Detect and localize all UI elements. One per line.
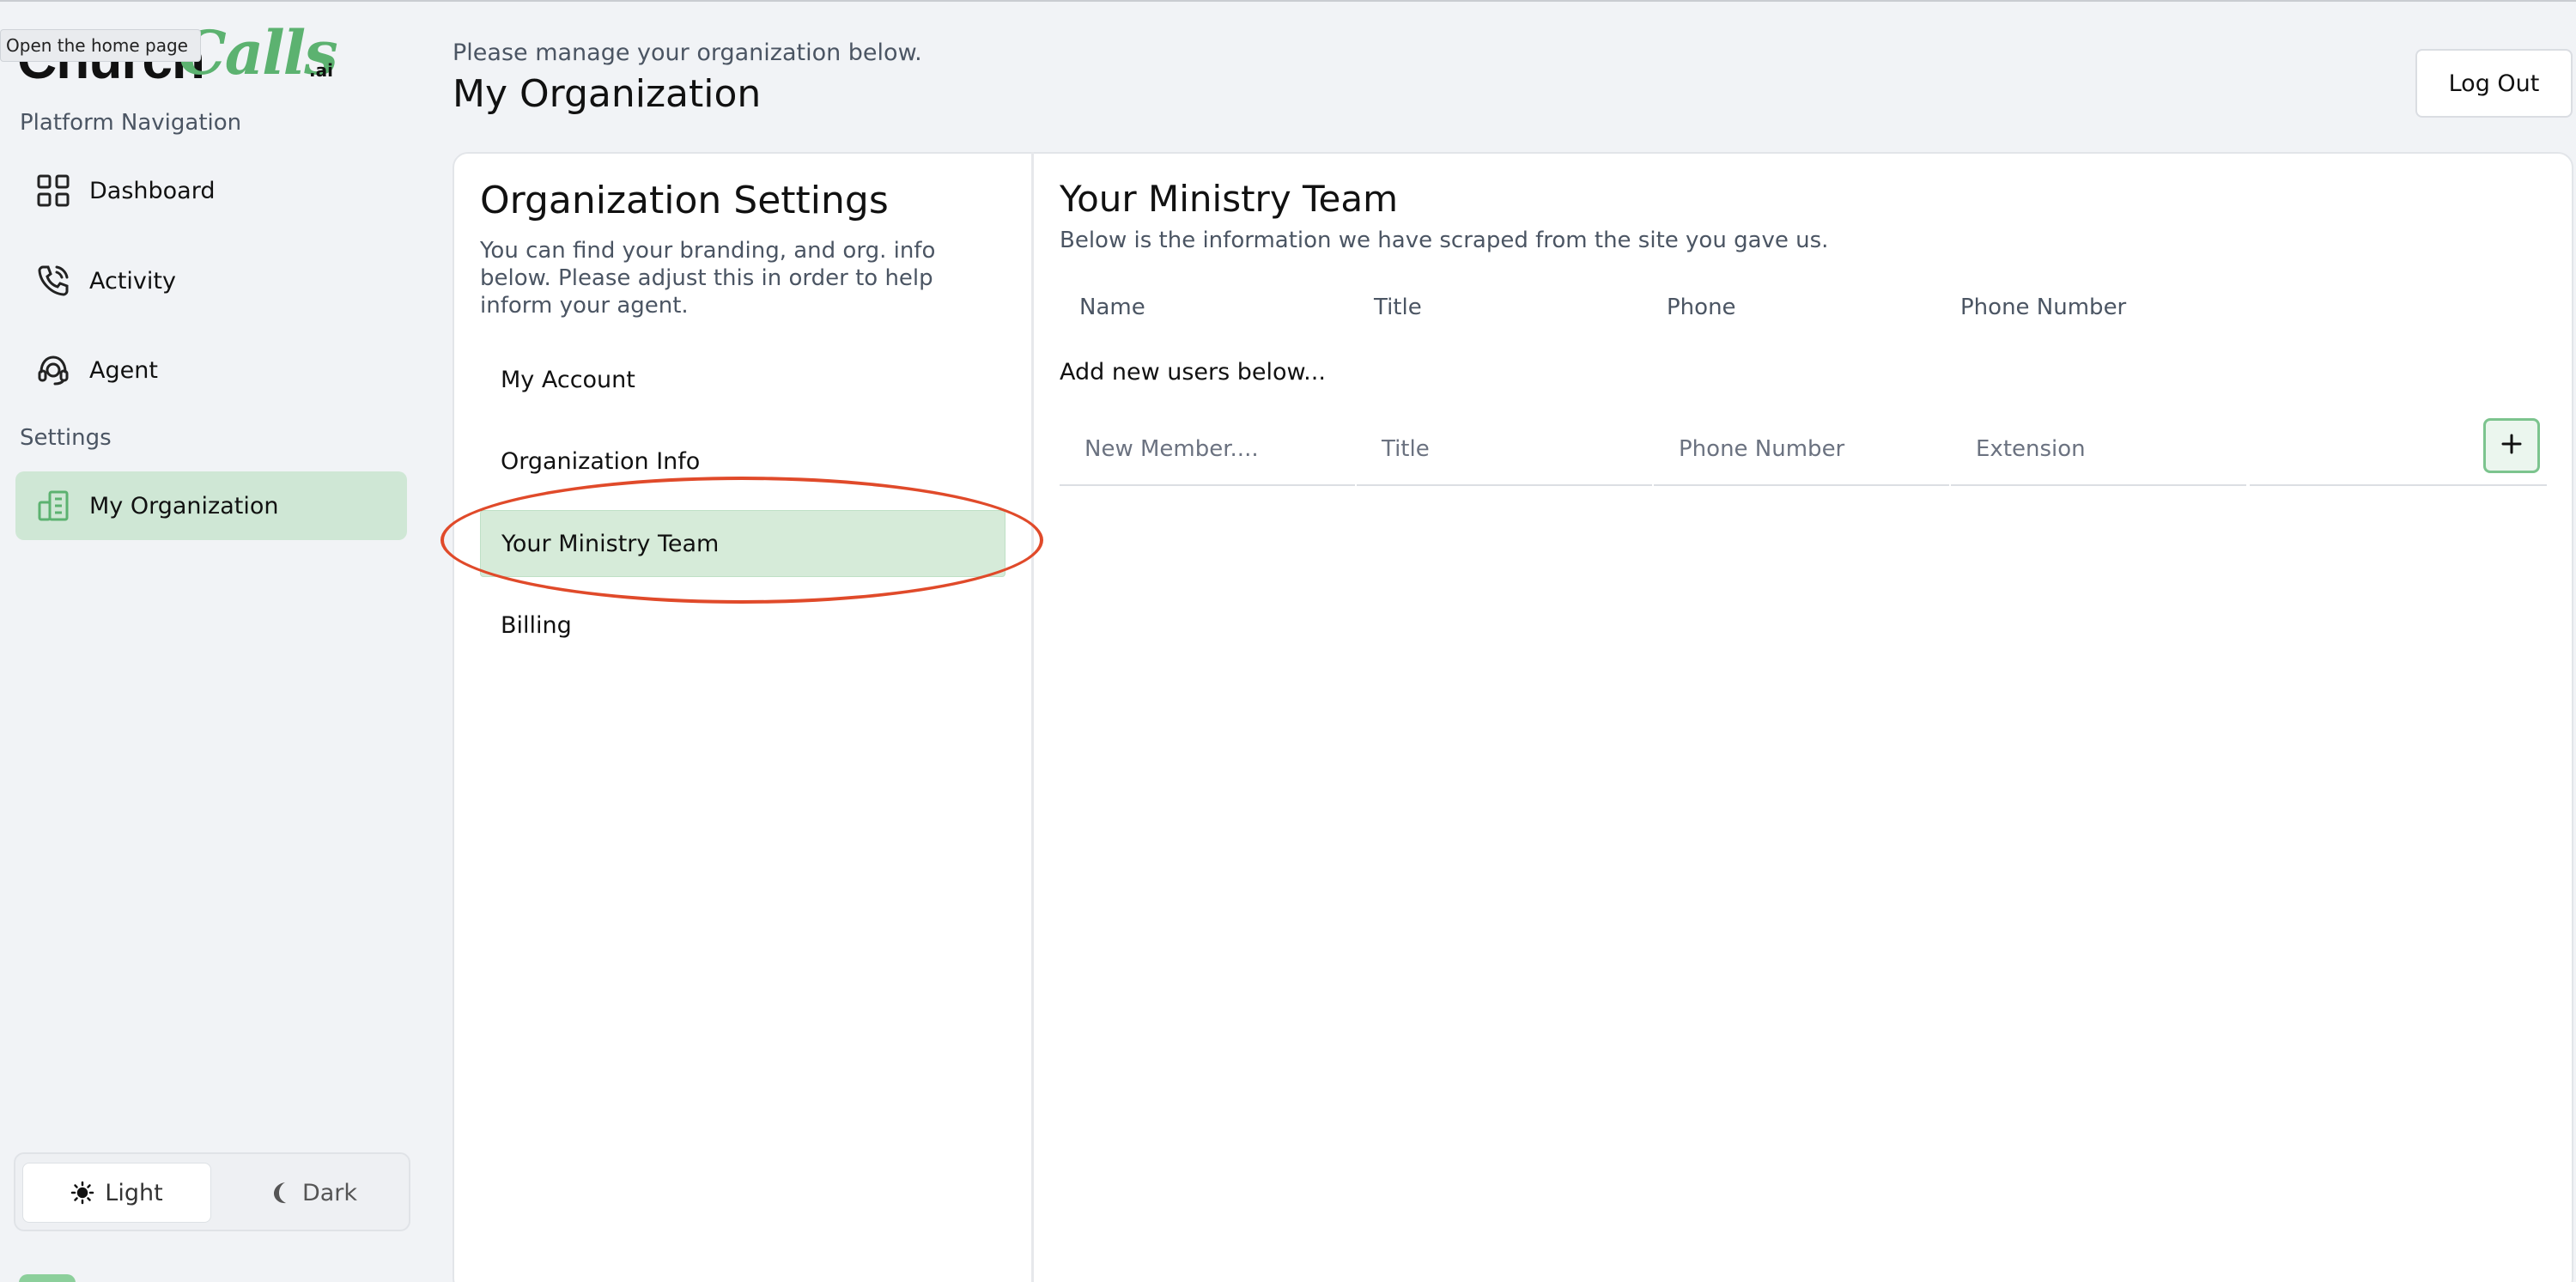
theme-light-button[interactable]: Light [22,1163,211,1223]
page-title: My Organization [453,72,762,116]
column-header-phone-number: Phone Number [1960,295,2127,320]
nav-item-label: Dashboard [89,177,216,204]
headset-icon [34,351,72,389]
settings-item-ministry-team[interactable]: Your Ministry Team [480,510,1005,577]
nav-item-label: Agent [89,356,158,384]
column-header-title: Title [1374,295,1422,320]
column-header-name: Name [1079,295,1145,320]
new-member-title-input[interactable]: Title [1357,414,1652,486]
team-title: Your Ministry Team [1060,178,1399,220]
panel-divider [1031,152,1034,1282]
organization-card [453,152,2573,1282]
theme-toggle: Light Dark [14,1152,410,1231]
settings-section-label: Settings [20,425,112,451]
column-header-phone: Phone [1667,295,1736,320]
theme-dark-button[interactable]: Dark [220,1163,409,1223]
sidebar: Church Calls .ai Open the home page Plat… [0,0,429,1282]
new-member-extension-input[interactable]: Extension [1951,414,2246,486]
nav-item-dashboard[interactable]: Dashboard [15,156,407,225]
nav-item-my-organization[interactable]: My Organization [15,471,407,540]
grid-icon [34,172,72,210]
add-member-button[interactable] [2483,418,2540,473]
home-tooltip: Open the home page [0,29,201,62]
team-description: Below is the information we have scraped… [1060,228,1829,253]
theme-light-label: Light [105,1179,163,1206]
settings-panel-description: You can find your branding, and org. inf… [480,238,936,319]
new-member-row: New Member.... Title Phone Number Extens… [1060,414,2547,486]
settings-item-organization-info[interactable]: Organization Info [480,428,1005,495]
nav-item-label: My Organization [89,492,279,519]
page-subtitle: Please manage your organization below. [453,39,922,66]
brand-suffix: .ai [309,60,333,81]
logout-button[interactable]: Log Out [2415,49,2573,118]
user-avatar-partial[interactable] [19,1274,76,1282]
nav-item-activity[interactable]: Activity [15,246,407,315]
new-member-name-input[interactable]: New Member.... [1060,414,1355,486]
plus-icon [2500,432,2524,459]
sun-icon [70,1181,94,1205]
moon-icon [271,1181,292,1205]
nav-item-agent[interactable]: Agent [15,336,407,404]
building-icon [34,487,72,525]
new-member-phone-input[interactable]: Phone Number [1654,414,1949,486]
theme-dark-label: Dark [301,1179,358,1206]
new-member-row-underline [2250,484,2547,486]
nav-item-label: Activity [89,267,176,295]
settings-item-my-account[interactable]: My Account [480,346,1005,413]
platform-navigation-label: Platform Navigation [20,110,242,136]
phone-call-icon [34,262,72,300]
settings-item-billing[interactable]: Billing [480,592,1005,659]
settings-panel-title: Organization Settings [480,179,889,222]
add-users-label: Add new users below... [1060,359,1326,386]
